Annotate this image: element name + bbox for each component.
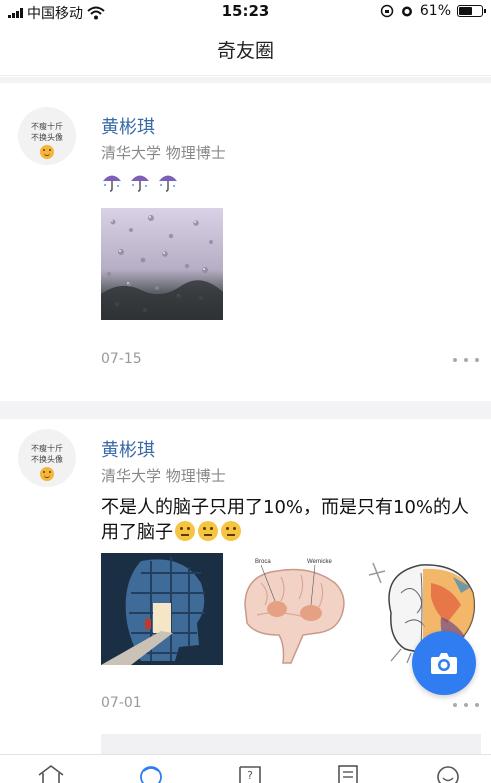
post-card: 不瘦十斤 不换头像 黄彬琪 清华大学 物理博士 不是人的脑子只用了10%，而是只… bbox=[0, 419, 491, 779]
bottom-tab-bar: ? bbox=[0, 754, 491, 783]
tab-document[interactable] bbox=[331, 763, 365, 783]
battery-percent: 61% bbox=[419, 3, 451, 19]
post-date: 07-15 bbox=[101, 351, 142, 367]
nav-header: 奇友圈 bbox=[0, 24, 491, 76]
svg-text:?: ? bbox=[247, 769, 253, 782]
post-body: 不是人的脑子只用了10%，而是只有10%的人用了脑子 bbox=[101, 497, 470, 543]
tab-question[interactable]: ? bbox=[232, 763, 266, 783]
discover-icon bbox=[140, 766, 162, 783]
post-date: 07-01 bbox=[101, 695, 142, 711]
profile-icon bbox=[437, 766, 459, 783]
avatar-text-line: 不换头像 bbox=[31, 455, 63, 464]
avatar-text-line: 不瘦十斤 bbox=[31, 444, 63, 453]
page-title: 奇友圈 bbox=[216, 40, 274, 62]
head-door-illustration[interactable] bbox=[101, 553, 223, 665]
camera-icon bbox=[431, 653, 457, 674]
umbrella-rain-icon bbox=[131, 175, 149, 192]
status-right: 61% bbox=[380, 3, 486, 19]
document-icon bbox=[338, 765, 358, 783]
neutral-face-icon bbox=[198, 521, 218, 541]
post-author-subtitle: 清华大学 物理博士 bbox=[101, 144, 226, 162]
rain-window-photo[interactable] bbox=[101, 208, 223, 320]
post-author-name[interactable]: 黄彬琪 bbox=[101, 113, 155, 139]
neutral-face-icon bbox=[221, 521, 241, 541]
avatar-text-line: 不瘦十斤 bbox=[31, 122, 63, 131]
umbrella-rain-icon bbox=[159, 175, 177, 192]
battery-fill bbox=[459, 7, 472, 15]
post-content-icons bbox=[101, 170, 179, 192]
umbrella-rain-icon bbox=[103, 175, 121, 192]
more-options-icon[interactable] bbox=[453, 700, 479, 710]
alarm-icon bbox=[401, 6, 412, 17]
home-icon bbox=[38, 765, 64, 783]
comment-preview[interactable] bbox=[101, 734, 481, 754]
tab-home[interactable] bbox=[34, 763, 68, 783]
question-icon: ? bbox=[239, 766, 261, 783]
avatar-text-line: 不换头像 bbox=[31, 133, 63, 142]
post-card: 不瘦十斤 不换头像 黄彬琪 清华大学 物理博士 07-15 bbox=[0, 83, 491, 401]
orientation-lock-icon bbox=[380, 4, 394, 18]
brain-broca-wernicke-diagram[interactable]: Broca Wernicke bbox=[231, 553, 353, 665]
feed-divider bbox=[0, 401, 491, 419]
tab-discover[interactable] bbox=[134, 763, 168, 783]
smile-face-icon bbox=[40, 145, 54, 159]
camera-button[interactable] bbox=[412, 631, 476, 695]
post-author-subtitle: 清华大学 物理博士 bbox=[101, 467, 226, 485]
more-options-icon[interactable] bbox=[453, 355, 479, 365]
battery-icon bbox=[457, 5, 486, 17]
brain-label-wernicke: Wernicke bbox=[307, 559, 333, 565]
avatar[interactable]: 不瘦十斤 不换头像 bbox=[18, 107, 76, 165]
post-author-name[interactable]: 黄彬琪 bbox=[101, 436, 155, 462]
neutral-face-icon bbox=[175, 521, 195, 541]
tab-profile[interactable] bbox=[431, 763, 465, 783]
smile-face-icon bbox=[40, 467, 54, 481]
avatar[interactable]: 不瘦十斤 不换头像 bbox=[18, 429, 76, 487]
post-text: 不是人的脑子只用了10%，而是只有10%的人用了脑子 bbox=[101, 495, 481, 545]
status-bar: 中国移动 15:23 61% bbox=[0, 0, 491, 24]
brain-label-broca: Broca bbox=[255, 559, 271, 565]
